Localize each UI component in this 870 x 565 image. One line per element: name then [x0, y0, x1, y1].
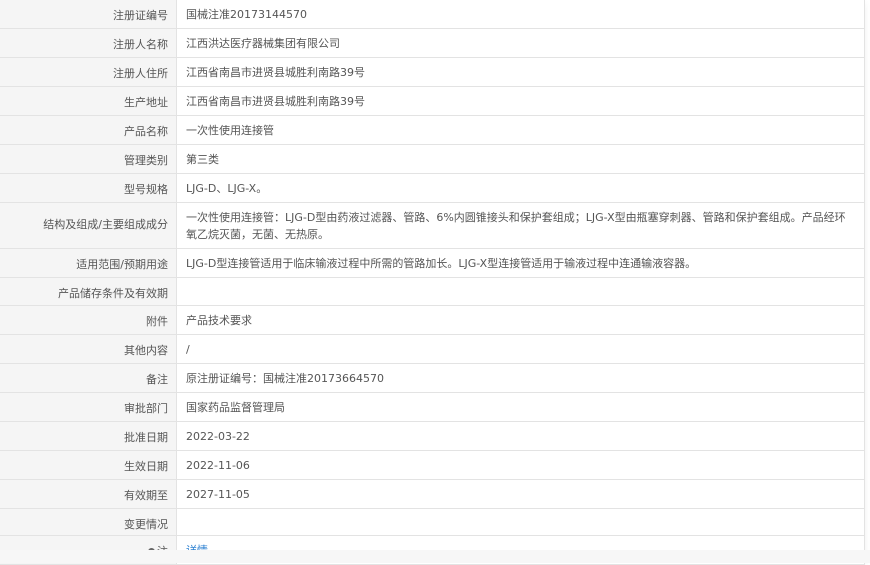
- row-label: 附件: [0, 305, 177, 334]
- row-value: [177, 509, 864, 536]
- row-remarks: 备注 原注册证编号：国械注准20173664570: [0, 362, 864, 392]
- row-value: 江西省南昌市进贤县城胜利南路39号: [186, 95, 365, 108]
- row-model-spec: 型号规格 LJG-D、LJG-X。: [0, 173, 864, 202]
- page-bottom-shade: [0, 550, 870, 563]
- row-label: 产品储存条件及有效期: [0, 278, 177, 305]
- row-approval-date: 批准日期 2022-03-22: [0, 420, 864, 450]
- row-value: 2022-11-06: [186, 458, 250, 472]
- row-label: 注册人名称: [0, 29, 177, 57]
- row-value: 国家药品监督管理局: [186, 400, 285, 414]
- row-storage-validity: 产品储存条件及有效期: [0, 277, 864, 305]
- row-value: 2022-03-22: [186, 429, 250, 443]
- row-value: /: [186, 342, 190, 356]
- row-effective-date: 生效日期 2022-11-06: [0, 449, 864, 479]
- row-registrant-address: 注册人住所 江西省南昌市进贤县城胜利南路39号: [0, 57, 864, 86]
- row-structure-composition: 结构及组成/主要组成成分 一次性使用连接管：LJG-D型由药液过滤器、管路、6%…: [0, 202, 864, 248]
- registration-detail-table: 注册证编号 国械注准20173144570 注册人名称 江西洪达医疗器械集团有限…: [0, 0, 865, 565]
- row-registration-number: 注册证编号 国械注准20173144570: [0, 0, 864, 28]
- row-registrant-name: 注册人名称 江西洪达医疗器械集团有限公司: [0, 28, 864, 57]
- row-label: 生效日期: [0, 450, 177, 479]
- row-label: 型号规格: [0, 174, 177, 202]
- row-expiry-date: 有效期至 2027-11-05: [0, 478, 864, 508]
- row-value: 江西洪达医疗器械集团有限公司: [186, 37, 340, 50]
- row-value: 江西省南昌市进贤县城胜利南路39号: [186, 66, 365, 79]
- row-label: 产品名称: [0, 116, 177, 144]
- row-label: 适用范围/预期用途: [0, 249, 177, 277]
- row-approval-department: 审批部门 国家药品监督管理局: [0, 391, 864, 421]
- row-label: 审批部门: [0, 392, 177, 421]
- row-value: 一次性使用连接管: [186, 124, 274, 137]
- row-label: 变更情况: [0, 508, 177, 535]
- row-value: 第三类: [186, 153, 219, 166]
- row-label: 有效期至: [0, 479, 177, 508]
- row-value: 国械注准20173144570: [186, 8, 307, 21]
- row-value: 一次性使用连接管：LJG-D型由药液过滤器、管路、6%内圆锥接头和保护套组成；L…: [186, 211, 846, 241]
- row-value: LJG-D型连接管适用于临床输液过程中所需的管路加长。LJG-X型连接管适用于输…: [186, 257, 697, 270]
- row-value: 2027-11-05: [186, 487, 250, 501]
- row-production-address: 生产地址 江西省南昌市进贤县城胜利南路39号: [0, 86, 864, 115]
- row-other-content: 其他内容 /: [0, 333, 864, 363]
- row-label: 管理类别: [0, 145, 177, 173]
- row-label: 生产地址: [0, 87, 177, 115]
- row-attachment: 附件 产品技术要求: [0, 304, 864, 334]
- row-label: 批准日期: [0, 421, 177, 450]
- row-label: 注册人住所: [0, 58, 177, 86]
- row-label: 备注: [0, 363, 177, 392]
- row-value: 产品技术要求: [186, 313, 252, 327]
- row-intended-use: 适用范围/预期用途 LJG-D型连接管适用于临床输液过程中所需的管路加长。LJG…: [0, 248, 864, 277]
- row-management-category: 管理类别 第三类: [0, 144, 864, 173]
- row-value: 原注册证编号：国械注准20173664570: [186, 371, 384, 385]
- row-label: 结构及组成/主要组成成分: [0, 203, 177, 248]
- row-label: 注册证编号: [0, 0, 177, 28]
- row-change-history: 变更情况: [0, 507, 864, 536]
- row-value: [177, 278, 864, 305]
- row-value: LJG-D、LJG-X。: [186, 182, 268, 195]
- row-product-name: 产品名称 一次性使用连接管: [0, 115, 864, 144]
- row-label: 其他内容: [0, 334, 177, 363]
